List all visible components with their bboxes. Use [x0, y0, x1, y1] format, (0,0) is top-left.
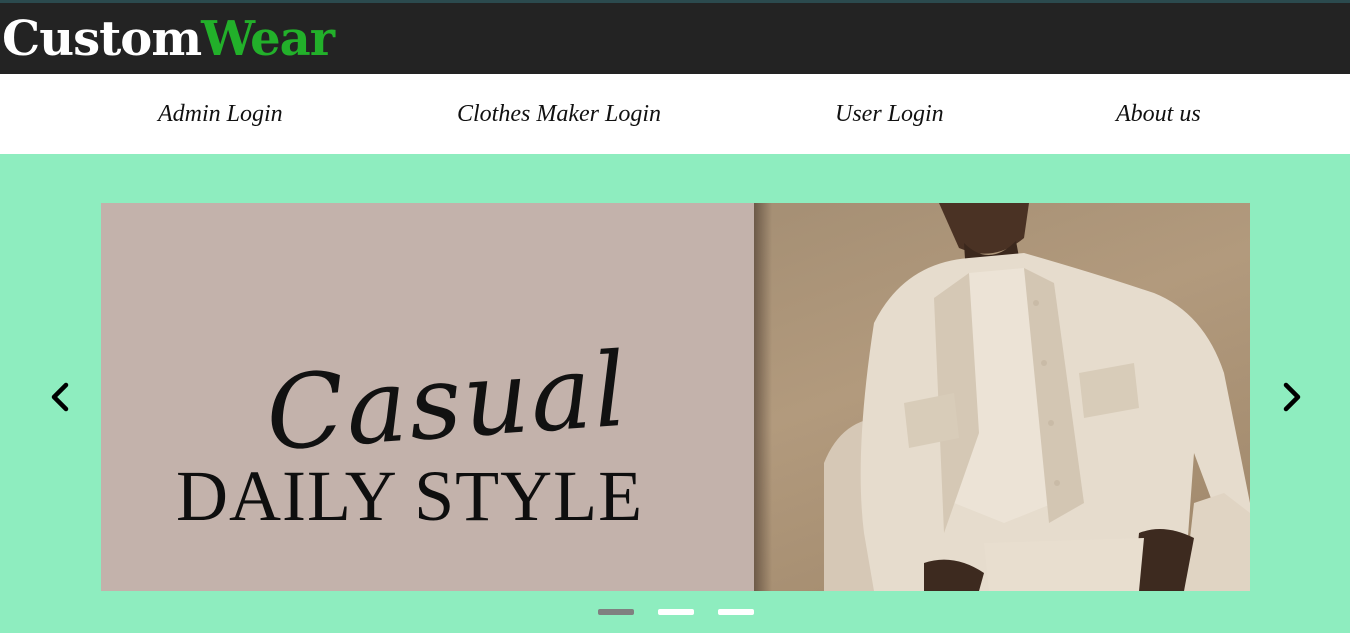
nav-admin-login[interactable]: Admin Login	[158, 98, 283, 130]
carousel-indicator-1[interactable]	[598, 609, 634, 615]
nav-about-us[interactable]: About us	[1116, 98, 1201, 130]
hero-carousel: Casual DAILY STYLE	[0, 154, 1350, 633]
carousel-indicator-3[interactable]	[718, 609, 754, 615]
logo-text-wear: Wear	[201, 11, 335, 67]
carousel-prev-button[interactable]	[44, 379, 80, 415]
model-jacket-image	[824, 203, 1250, 591]
slide-photo	[754, 203, 1250, 591]
site-logo[interactable]: CustomWear	[2, 8, 335, 70]
logo-text-custom: Custom	[2, 11, 202, 67]
carousel-next-button[interactable]	[1272, 379, 1308, 415]
carousel-slide: Casual DAILY STYLE	[101, 203, 1250, 591]
slide-headline: DAILY STYLE	[176, 456, 644, 536]
slide-text-panel: Casual DAILY STYLE	[101, 203, 754, 591]
site-header: CustomWear	[0, 0, 1350, 74]
slide-script-text: Casual	[262, 330, 633, 475]
nav-clothes-maker-login[interactable]: Clothes Maker Login	[457, 98, 661, 130]
chevron-left-icon	[51, 382, 69, 412]
main-nav: Admin Login Clothes Maker Login User Log…	[0, 74, 1350, 154]
nav-user-login[interactable]: User Login	[835, 98, 944, 130]
chevron-right-icon	[1283, 382, 1301, 412]
carousel-indicator-2[interactable]	[658, 609, 694, 615]
